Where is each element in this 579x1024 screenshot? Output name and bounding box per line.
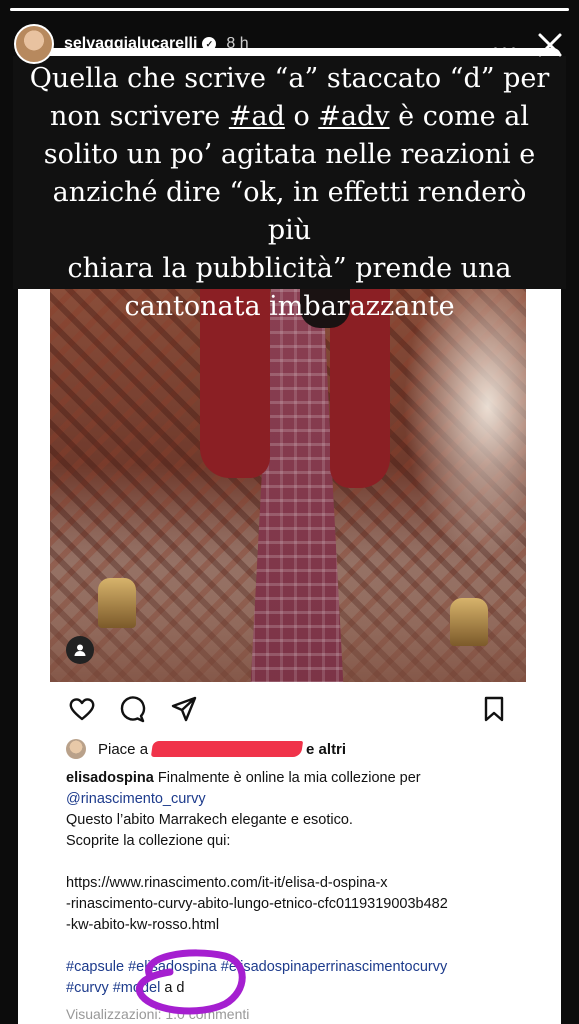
caption-text: solito un po’ agitata nelle reazioni e [43, 139, 536, 170]
caption-hashtag: #ad [228, 101, 285, 132]
bookmark-icon[interactable] [480, 695, 508, 723]
purple-circle-marker [135, 949, 246, 1015]
comment-icon[interactable] [118, 695, 146, 723]
caption-text: anziché dire “ok, in effetti renderò più [52, 177, 527, 246]
story-progress-bar [10, 8, 569, 11]
post-url-line2[interactable]: -rinascimento-curvy-abito-lungo-etnico-c… [66, 894, 506, 915]
verified-icon: ✓ [202, 37, 217, 51]
photo-model-figure [200, 288, 390, 682]
story-username[interactable]: selvaggialucarelli [64, 35, 197, 53]
share-icon[interactable] [170, 695, 198, 723]
likes-row[interactable]: Piace a e altri [66, 738, 346, 760]
caption-text: cantonata imbarazzante [124, 291, 455, 322]
close-icon[interactable] [535, 30, 565, 60]
post-mention[interactable]: @rinascimento_curvy [66, 791, 206, 807]
photo-lamp-center [450, 598, 488, 646]
post-text-line1: Finalmente è online la mia collezione pe… [157, 770, 421, 786]
heart-icon[interactable] [68, 695, 96, 723]
story-time: 8 h [226, 35, 249, 52]
caption-line: solito un po’ agitata nelle reazioni e [27, 136, 552, 174]
caption-line: cantonata imbarazzante [27, 288, 552, 326]
caption-text: Quella che scrive “a” staccato “d” per [29, 63, 550, 94]
likes-prefix: Piace a [98, 740, 149, 758]
photo-lamp-left [98, 578, 136, 628]
post-text-line3: Questo l’abito Marrakech elegante e esot… [66, 812, 353, 828]
redaction-mark [150, 741, 304, 757]
post-text-line4: Scoprite la collezione qui: [66, 833, 231, 849]
caption-hashtag: #adv [318, 101, 390, 132]
caption-text: è come al [389, 101, 529, 132]
post-author[interactable]: elisadospina [66, 770, 154, 786]
post-url-line1[interactable]: https://www.rinascimento.com/it-it/elisa… [66, 873, 506, 894]
caption-text: o [284, 101, 319, 132]
story-progress-fill [10, 8, 569, 11]
post-photo[interactable] [50, 288, 526, 682]
story-avatar[interactable] [14, 24, 54, 64]
post-action-bar [68, 695, 512, 725]
liker-avatar [66, 739, 86, 759]
more-icon[interactable]: ••• [492, 40, 519, 63]
story-header: selvaggialucarelli ✓ 8 h ••• [14, 22, 565, 66]
story-caption-overlay: Quella che scrive “a” staccato “d” per no… [13, 56, 566, 322]
caption-text: chiara la pubblicità” prende una [67, 253, 512, 284]
caption-line: non scrivere #ad o #adv è come al [27, 98, 552, 136]
caption-line: chiara la pubblicità” prende una [27, 250, 552, 288]
caption-text: non scrivere [50, 101, 229, 132]
caption-line: anziché dire “ok, in effetti renderò più [27, 174, 552, 250]
likes-suffix: e altri [306, 740, 347, 758]
user-tag-icon[interactable] [66, 636, 94, 664]
post-url-line3[interactable]: -kw-abito-kw-rosso.html [66, 915, 506, 936]
